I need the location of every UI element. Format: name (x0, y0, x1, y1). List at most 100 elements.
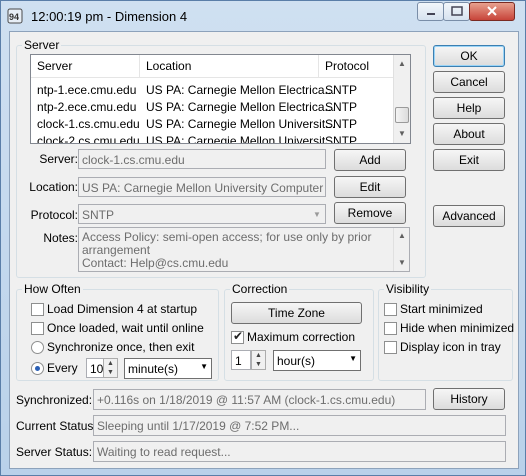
scroll-up-icon[interactable]: ▲ (394, 228, 410, 244)
protocol-cell: SNTP (325, 117, 358, 131)
max-correction-spinner[interactable]: ▲ ▼ (251, 350, 266, 370)
edit-button[interactable]: Edit (334, 176, 406, 198)
column-header-protocol[interactable]: Protocol (325, 59, 369, 73)
protocol-label: Protocol: (30, 208, 78, 222)
notes-scrollbar[interactable]: ▲ ▼ (393, 228, 409, 271)
history-button[interactable]: History (433, 388, 505, 410)
spin-down-icon[interactable]: ▼ (104, 368, 117, 377)
close-button[interactable] (469, 2, 515, 21)
display-icon-checkbox[interactable] (384, 341, 397, 354)
spin-up-icon[interactable]: ▲ (104, 359, 117, 368)
dialog-body: Server Server Location Protocol ntp-1.ec… (9, 31, 519, 469)
interval-unit-value: minute(s) (128, 362, 179, 376)
protocol-dropdown-arrow-icon[interactable]: ▼ (313, 210, 321, 219)
server-list[interactable]: Server Location Protocol ntp-1.ece.cmu.e… (30, 54, 411, 144)
every-radio[interactable] (31, 362, 44, 375)
column-header-location[interactable]: Location (146, 59, 191, 73)
server-row[interactable]: clock-2.cs.cmu.edu US PA: Carnegie Mello… (31, 133, 410, 144)
hide-when-minimized-checkbox[interactable] (384, 322, 397, 335)
server-row[interactable]: ntp-1.ece.cmu.edu US PA: Carnegie Mellon… (31, 82, 410, 99)
exit-button[interactable]: Exit (433, 149, 505, 171)
server-label: Server: (39, 152, 78, 166)
column-separator[interactable] (318, 55, 319, 77)
advanced-button[interactable]: Advanced (433, 205, 505, 227)
remove-button[interactable]: Remove (334, 202, 406, 224)
cancel-button[interactable]: Cancel (433, 71, 505, 93)
max-correction-unit-value: hour(s) (277, 354, 316, 368)
interval-value-field[interactable]: 10 (86, 358, 104, 378)
current-status-field: Sleeping until 1/17/2019 @ 7:52 PM... (93, 415, 506, 436)
every-label[interactable]: Every (47, 361, 78, 375)
svg-text:94: 94 (9, 12, 19, 22)
protocol-cell: SNTP (325, 100, 358, 114)
visibility-legend: Visibility (386, 282, 430, 296)
server-cell: ntp-2.ece.cmu.edu (37, 100, 137, 114)
scroll-down-icon[interactable]: ▼ (394, 255, 410, 271)
protocol-cell: SNTP (325, 134, 358, 144)
start-minimized-checkbox[interactable] (384, 303, 397, 316)
server-row[interactable]: clock-1.cs.cmu.edu US PA: Carnegie Mello… (31, 116, 410, 133)
scroll-down-icon[interactable]: ▼ (394, 126, 410, 142)
current-status-label: Current Status: (16, 419, 97, 433)
interval-spinner[interactable]: ▲ ▼ (103, 358, 118, 378)
spin-up-icon[interactable]: ▲ (252, 351, 265, 360)
maximize-icon (451, 6, 463, 16)
title-bar[interactable]: 94 12:00:19 pm - Dimension 4 (1, 1, 525, 31)
protocol-field[interactable]: SNTP (78, 204, 326, 224)
correction-legend: Correction (232, 282, 288, 296)
help-button[interactable]: Help (433, 97, 505, 119)
app-window: 94 12:00:19 pm - Dimension 4 Server Serv… (0, 0, 526, 476)
server-cell: ntp-1.ece.cmu.edu (37, 83, 137, 97)
column-header-server[interactable]: Server (37, 59, 72, 73)
load-at-startup-label[interactable]: Load Dimension 4 at startup (47, 302, 197, 316)
interval-unit-select[interactable]: minute(s) ▼ (124, 358, 212, 379)
notes-label: Notes: (43, 231, 78, 245)
start-minimized-label[interactable]: Start minimized (400, 302, 483, 316)
server-row[interactable]: ntp-2.ece.cmu.edu US PA: Carnegie Mellon… (31, 99, 410, 116)
about-button[interactable]: About (433, 123, 505, 145)
scroll-thumb[interactable] (395, 107, 409, 123)
max-correction-unit-select[interactable]: hour(s) ▼ (273, 350, 361, 371)
display-icon-label[interactable]: Display icon in tray (400, 340, 501, 354)
notes-field[interactable]: Access Policy: semi-open access; for use… (78, 227, 410, 272)
server-status-label: Server Status: (16, 445, 93, 459)
how-often-legend: How Often (24, 282, 81, 296)
synchronized-label: Synchronized: (16, 393, 93, 407)
synchronized-field: +0.116s on 1/18/2019 @ 11:57 AM (clock-1… (93, 389, 426, 410)
add-button[interactable]: Add (334, 149, 406, 171)
server-group-legend: Server (24, 38, 60, 52)
minimize-button[interactable] (417, 2, 444, 21)
location-cell: US PA: Carnegie Mellon Universit... (146, 117, 336, 131)
server-field[interactable]: clock-1.cs.cmu.edu (78, 149, 326, 169)
scroll-up-icon[interactable]: ▲ (394, 56, 410, 72)
location-cell: US PA: Carnegie Mellon Electrica... (146, 100, 335, 114)
chevron-down-icon: ▼ (349, 354, 357, 363)
chevron-down-icon: ▼ (200, 362, 208, 371)
max-correction-checkbox[interactable] (231, 329, 244, 344)
app-clock-icon: 94 (7, 8, 23, 24)
spin-down-icon[interactable]: ▼ (252, 360, 265, 369)
once-loaded-label[interactable]: Once loaded, wait until online (47, 321, 204, 335)
hide-when-minimized-label[interactable]: Hide when minimized (400, 321, 514, 335)
load-at-startup-checkbox[interactable] (31, 303, 44, 316)
close-icon (487, 6, 497, 16)
server-list-header: Server Location Protocol (31, 55, 410, 78)
server-cell: clock-2.cs.cmu.edu (37, 134, 140, 144)
location-cell: US PA: Carnegie Mellon Universit... (146, 134, 336, 144)
column-separator[interactable] (139, 55, 140, 77)
minimize-icon (427, 13, 435, 15)
time-zone-button[interactable]: Time Zone (231, 302, 362, 324)
server-status-field: Waiting to read request... (93, 441, 506, 462)
ok-button[interactable]: OK (433, 45, 505, 67)
max-correction-label[interactable]: Maximum correction (247, 330, 355, 344)
sync-once-label[interactable]: Synchronize once, then exit (47, 340, 194, 354)
window-title: 12:00:19 pm - Dimension 4 (31, 9, 188, 24)
location-field[interactable]: US PA: Carnegie Mellon University Comput… (78, 177, 326, 197)
protocol-cell: SNTP (325, 83, 358, 97)
server-list-scrollbar[interactable]: ▲ ▼ (393, 55, 410, 143)
sync-once-radio[interactable] (31, 341, 44, 354)
location-label: Location: (29, 180, 78, 194)
once-loaded-checkbox[interactable] (31, 322, 44, 335)
maximize-button[interactable] (443, 2, 470, 21)
max-correction-value-field[interactable]: 1 (231, 350, 251, 370)
